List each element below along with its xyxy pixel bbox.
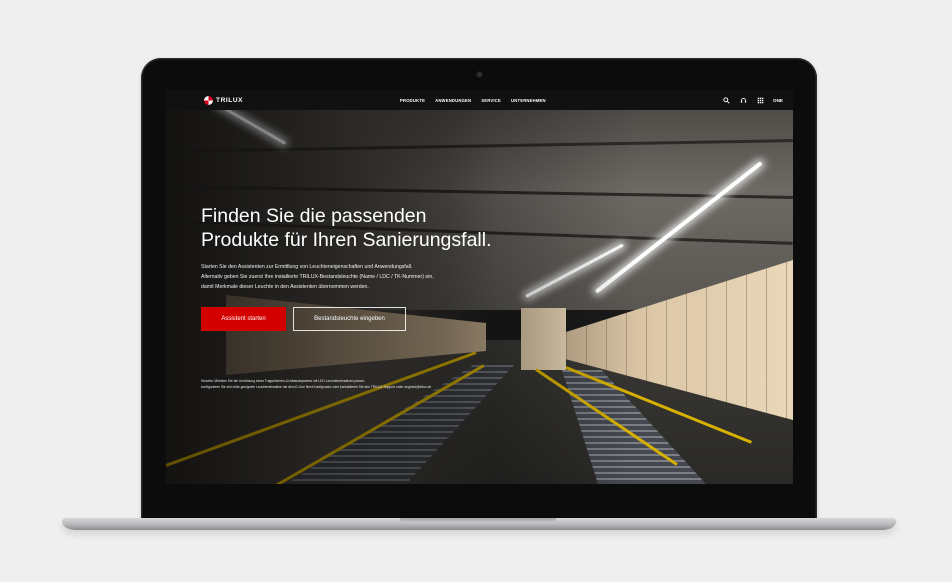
nav-anwendungen[interactable]: ANWENDUNGEN: [435, 98, 471, 103]
hero-description-line: Alternativ geben Sie zuerst Ihre install…: [201, 274, 434, 280]
start-assistant-button[interactable]: Assistent starten: [201, 307, 286, 331]
main-nav: PRODUKTE ANWENDUNGEN SERVICE UNTERNEHMEN: [400, 90, 546, 110]
header-tools: ONE: [722, 90, 783, 110]
hint-text: Hinweis: Möchten Sie die Umrüstung eines…: [201, 378, 561, 390]
nav-service[interactable]: SERVICE: [481, 98, 501, 103]
trilux-logo[interactable]: TRILUX: [204, 95, 244, 105]
hero-description-line: Starten Sie den Assistenten zur Ermittlu…: [201, 264, 413, 270]
laptop-screen: TRILUX PRODUKTE ANWENDUNGEN SERVICE UNTE…: [166, 90, 793, 484]
hero-description-line: damit Merkmale dieser Leuchte in den Ass…: [201, 284, 369, 290]
hero-title-line: Finden Sie die passenden: [201, 205, 427, 227]
hero-title-line: Produkte für Ihren Sanierungsfall.: [201, 229, 492, 251]
headset-icon[interactable]: [739, 96, 747, 104]
grid-icon[interactable]: [756, 96, 764, 104]
hint-line: konfigurieren Sie sich bitte geeignete L…: [201, 385, 432, 389]
hero-title: Finden Sie die passenden Produkte für Ih…: [201, 204, 561, 252]
site-header: TRILUX PRODUKTE ANWENDUNGEN SERVICE UNTE…: [166, 90, 793, 110]
laptop-notch: [400, 518, 556, 523]
nav-produkte[interactable]: PRODUKTE: [400, 98, 425, 103]
camera-icon: [477, 72, 482, 77]
logo-icon: [204, 95, 213, 105]
nav-unternehmen[interactable]: UNTERNEHMEN: [511, 98, 546, 103]
enter-luminaire-button[interactable]: Bestandsleuchte eingeben: [293, 307, 406, 331]
hero-description: Starten Sie den Assistenten zur Ermittlu…: [201, 262, 531, 292]
language-selector[interactable]: ONE: [773, 98, 783, 103]
logo-text: TRILUX: [216, 96, 244, 104]
search-icon[interactable]: [722, 96, 730, 104]
